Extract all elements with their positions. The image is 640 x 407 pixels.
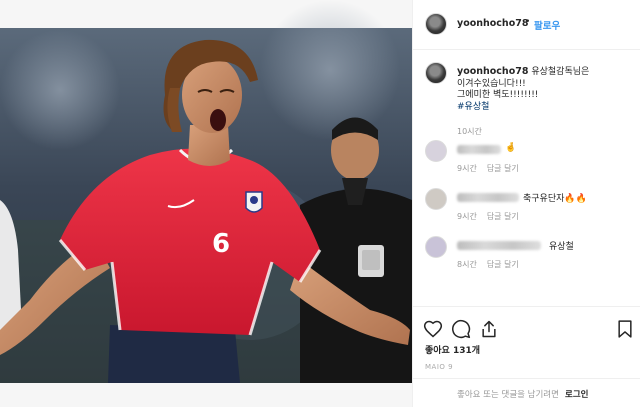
post-header: yoonhocho78 • 팔로우 bbox=[413, 0, 640, 50]
share-icon[interactable] bbox=[479, 319, 499, 339]
commenter-avatar[interactable] bbox=[425, 236, 447, 258]
reply-button[interactable]: 답글 달기 bbox=[487, 164, 519, 173]
login-prompt-bar: 좋아요 또는 댓글을 남기려면 로그인 bbox=[413, 378, 640, 407]
comment-icon[interactable] bbox=[451, 319, 471, 339]
commenter-avatar[interactable] bbox=[425, 140, 447, 162]
post-side-panel: yoonhocho78 • 팔로우 yoonhocho78 유상철감독님은 이겨… bbox=[412, 0, 640, 407]
caption-avatar[interactable] bbox=[425, 62, 447, 84]
reply-button[interactable]: 답글 달기 bbox=[487, 260, 519, 269]
like-count[interactable]: 좋아요 131개 bbox=[425, 343, 480, 356]
caption-username[interactable]: yoonhocho78 bbox=[457, 66, 528, 77]
comment-timestamp: 9시간 bbox=[457, 212, 477, 221]
commenter-name-blurred[interactable] bbox=[457, 241, 541, 250]
comment-timestamp: 8시간 bbox=[457, 260, 477, 269]
caption-body: yoonhocho78 유상철감독님은 이겨수있습니다!!! 그에미한 벽도!!… bbox=[457, 66, 633, 113]
login-link[interactable]: 로그인 bbox=[565, 388, 588, 400]
comment-text: 🤞 bbox=[505, 143, 517, 153]
comment-timestamp: 9시간 bbox=[457, 164, 477, 173]
comment-meta: 9시간 답글 달기 bbox=[457, 163, 519, 174]
commenter-name-blurred[interactable] bbox=[457, 193, 519, 202]
caption-line-3: 그에미한 벽도!!!!!!!! bbox=[457, 90, 539, 100]
header-separator: • bbox=[525, 17, 531, 27]
reply-button[interactable]: 답글 달기 bbox=[487, 212, 519, 221]
comment-text: 축구유단자🔥🔥 bbox=[523, 194, 587, 204]
follow-button[interactable]: 팔로우 bbox=[534, 18, 560, 32]
comment-item: 🤞 9시간 답글 달기 bbox=[425, 140, 631, 180]
comment-item: 유상철 8시간 답글 달기 bbox=[425, 236, 631, 276]
comment-meta: 9시간 답글 달기 bbox=[457, 211, 519, 222]
post-photo[interactable]: 6 bbox=[0, 0, 412, 407]
comment-item: 축구유단자🔥🔥 9시간 답글 달기 bbox=[425, 188, 631, 228]
caption-line-2: 이겨수있습니다!!! bbox=[457, 78, 526, 89]
heart-icon[interactable] bbox=[423, 319, 443, 339]
login-prompt-text: 좋아요 또는 댓글을 남기려면 bbox=[457, 390, 559, 400]
comment-text: 유상철 bbox=[549, 242, 574, 252]
comment-meta: 8시간 답글 달기 bbox=[457, 259, 519, 270]
photo-illustration: 6 bbox=[0, 0, 412, 407]
jersey-number: 6 bbox=[212, 229, 230, 259]
caption-hashtag[interactable]: #유상철 bbox=[457, 102, 633, 114]
author-username[interactable]: yoonhocho78 bbox=[457, 18, 528, 29]
caption-line-1: 유상철감독님은 bbox=[531, 67, 590, 77]
post-date: MAIO 9 bbox=[425, 363, 454, 371]
author-avatar[interactable] bbox=[425, 13, 447, 35]
commenter-name-blurred[interactable] bbox=[457, 145, 501, 154]
bookmark-icon[interactable] bbox=[615, 319, 635, 339]
commenter-avatar[interactable] bbox=[425, 188, 447, 210]
caption-timestamp: 10시간 bbox=[457, 127, 482, 136]
